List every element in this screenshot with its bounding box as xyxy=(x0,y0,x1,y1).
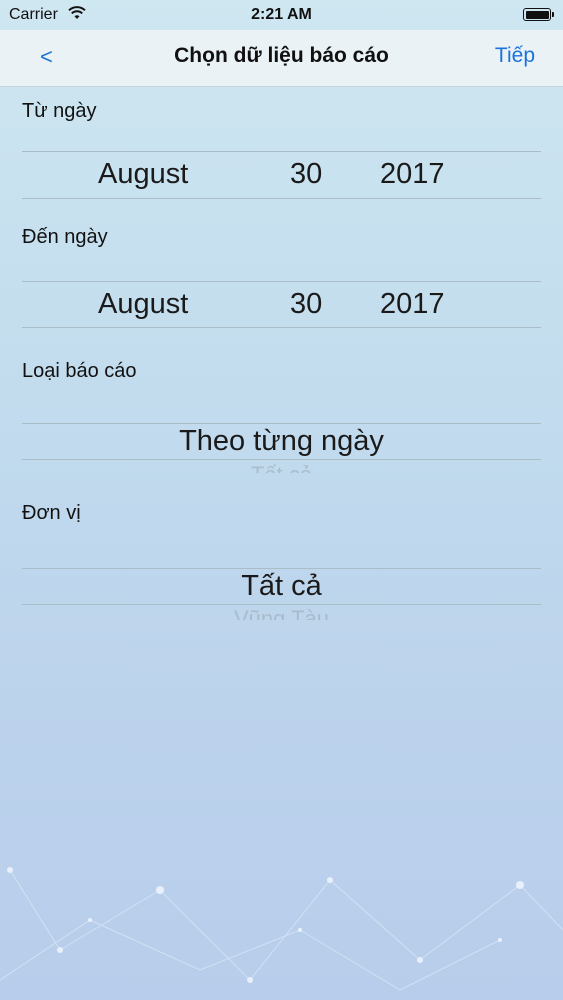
from-date-label: Từ ngày xyxy=(22,100,97,122)
status-time: 2:21 AM xyxy=(251,6,312,23)
unit-next-option[interactable]: Vũng Tàu xyxy=(0,606,563,620)
from-month-wheel[interactable]: August xyxy=(98,158,188,191)
picker-divider xyxy=(22,151,541,152)
picker-divider xyxy=(22,568,541,569)
picker-divider xyxy=(22,198,541,199)
to-month-wheel[interactable]: August xyxy=(98,288,188,321)
next-button[interactable]: Tiếp xyxy=(495,44,535,68)
navigation-bar: < Chọn dữ liệu báo cáo Tiếp xyxy=(0,30,563,87)
from-year-wheel[interactable]: 2017 xyxy=(380,158,445,191)
to-year-wheel[interactable]: 2017 xyxy=(380,288,445,321)
status-bar: Carrier 2:21 AM xyxy=(0,0,563,30)
background-network-decoration xyxy=(0,867,563,991)
to-day-wheel[interactable]: 30 xyxy=(290,288,322,321)
page-title: Chọn dữ liệu báo cáo xyxy=(174,44,389,67)
unit-value[interactable]: Tất cả xyxy=(0,570,563,603)
report-type-next-option[interactable]: Tất cả xyxy=(0,462,563,473)
from-day-wheel[interactable]: 30 xyxy=(290,158,322,191)
unit-label: Đơn vị xyxy=(22,502,81,524)
report-type-label: Loại báo cáo xyxy=(22,360,137,382)
report-type-value[interactable]: Theo từng ngày xyxy=(0,425,563,458)
battery-icon xyxy=(523,8,554,21)
picker-divider xyxy=(22,281,541,282)
picker-divider xyxy=(22,327,541,328)
to-date-label: Đến ngày xyxy=(22,226,108,248)
picker-divider xyxy=(22,459,541,460)
picker-divider xyxy=(22,423,541,424)
picker-divider xyxy=(22,604,541,605)
